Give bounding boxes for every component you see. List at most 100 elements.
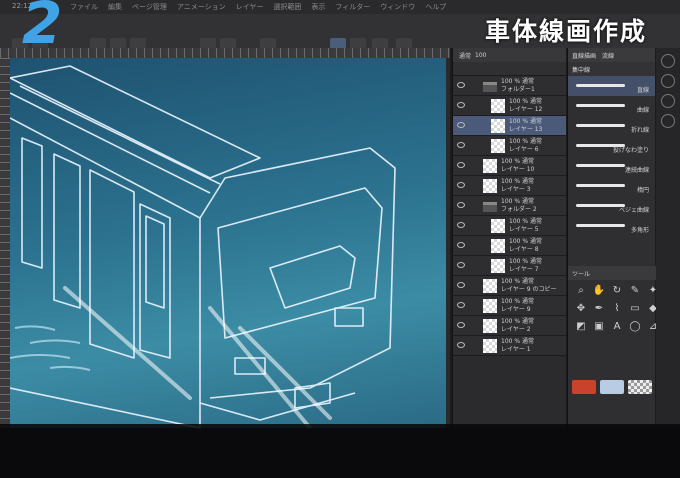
brush-preview (576, 104, 625, 107)
layer-row[interactable]: 100 % 通常 レイヤー 1 (453, 336, 566, 356)
gradient-icon[interactable]: ◩ (574, 320, 588, 334)
layer-row[interactable]: 100 % 通常 レイヤー 5 (453, 216, 566, 236)
menu-window[interactable]: ウィンドウ (380, 2, 415, 12)
brush-item[interactable]: 折れ線 (568, 116, 655, 136)
group-focus-line[interactable]: 集中線 (572, 65, 590, 74)
pen-icon[interactable]: ✒ (592, 302, 606, 316)
opacity-value[interactable]: 100 (475, 52, 486, 59)
brush-item[interactable]: 投げなわ塗り (568, 136, 655, 156)
eye-icon[interactable] (457, 142, 465, 148)
layer-row[interactable]: 100 % 通常 フォルダー 2 (453, 196, 566, 216)
layer-blend: 100 % 通常 (509, 218, 542, 225)
layer-row[interactable]: 100 % 通常 レイヤー 6 (453, 136, 566, 156)
pen-pressure-icon[interactable] (661, 54, 675, 68)
brush-item[interactable]: 楕円 (568, 176, 655, 196)
layer-thumbnail (483, 339, 497, 353)
layer-row[interactable]: 100 % 通常 レイヤー 8 (453, 236, 566, 256)
layer-row[interactable]: 100 % 通常 レイヤー 7 (453, 256, 566, 276)
sub-tool-panel: 直線描画 流線 集中線 直線 曲線 折れ線 投げなわ塗り 連続曲線 楕円 ベジェ曲線 多角形 … (567, 48, 657, 428)
eye-icon[interactable] (457, 262, 465, 268)
menu-layer[interactable]: レイヤー (236, 2, 264, 12)
layer-row[interactable]: 100 % 通常 レイヤー 12 (453, 96, 566, 116)
eye-icon[interactable] (457, 182, 465, 188)
tool-grid: ⌕ ✋ ↻ ✎ ✦ ✥ ✒ ⌇ ▭ ◆ ◩ ▣ A ◯ ⊿ (574, 284, 657, 334)
menu-animation[interactable]: アニメーション (177, 2, 226, 12)
menu-view[interactable]: 表示 (311, 2, 325, 12)
brush-item[interactable]: ベジェ曲線 (568, 196, 655, 216)
canvas-drawing[interactable] (9, 58, 446, 428)
material-icon[interactable] (661, 94, 675, 108)
layer-thumbnail (491, 139, 505, 153)
layer-row[interactable]: 100 % 通常 フォルダー1 (453, 76, 566, 96)
eye-icon[interactable] (457, 322, 465, 328)
eye-icon[interactable] (457, 342, 465, 348)
navigator-icon[interactable] (661, 74, 675, 88)
layer-name: レイヤー 5 (509, 226, 539, 233)
eye-icon[interactable] (457, 82, 465, 88)
brush-preview (576, 124, 625, 127)
layer-row[interactable]: 100 % 通常 レイヤー 9 (453, 296, 566, 316)
rotate-icon[interactable]: ↻ (610, 284, 624, 298)
main-color-swatch[interactable] (572, 380, 596, 394)
menu-filter[interactable]: フィルター (335, 2, 370, 12)
eye-icon[interactable] (457, 102, 465, 108)
balloon-icon[interactable]: ◯ (628, 320, 642, 334)
layer-row[interactable]: 100 % 通常 レイヤー 10 (453, 156, 566, 176)
layer-name: レイヤー 10 (501, 166, 535, 173)
layer-row[interactable]: 100 % 通常 レイヤー 9 のコピー (453, 276, 566, 296)
step-title: 車体線画作成 (485, 17, 648, 46)
brush-item[interactable]: 連続曲線 (568, 156, 655, 176)
eye-icon[interactable] (457, 302, 465, 308)
sub-color-swatch[interactable] (600, 380, 624, 394)
layer-thumbnail (483, 159, 497, 173)
tab-tools[interactable]: ツール (572, 269, 590, 278)
magnifier-icon[interactable]: ⌕ (574, 284, 588, 298)
layer-header: 通常 100 (453, 48, 566, 62)
layer-meta: 100 % 通常 レイヤー 5 (509, 218, 542, 234)
brush-label: 折れ線 (630, 127, 649, 134)
tab-flow-line[interactable]: 流線 (602, 51, 614, 60)
layer-blend: 100 % 通常 (509, 138, 542, 145)
tab-line-draw[interactable]: 直線描画 (572, 51, 596, 60)
menu-page[interactable]: ページ管理 (132, 2, 167, 12)
layer-row[interactable]: 100 % 通常 レイヤー 13 (453, 116, 566, 136)
layer-thumbnail (491, 259, 505, 273)
layer-thumbnail (491, 239, 505, 253)
eraser-icon[interactable]: ▭ (628, 302, 642, 316)
layer-tools-row (453, 62, 566, 76)
layer-row[interactable]: 100 % 通常 レイヤー 2 (453, 316, 566, 336)
layer-name: レイヤー 8 (509, 246, 539, 253)
brush-item[interactable]: 多角形 (568, 216, 655, 236)
eye-icon[interactable] (457, 222, 465, 228)
brush-label: ベジェ曲線 (618, 207, 649, 214)
menu-edit[interactable]: 編集 (108, 2, 122, 12)
eye-icon[interactable] (457, 242, 465, 248)
transparent-color-swatch[interactable] (628, 380, 652, 394)
move-icon[interactable]: ✥ (574, 302, 588, 316)
eyedropper-icon[interactable]: ✎ (628, 284, 642, 298)
layer-row[interactable]: 100 % 通常 レイヤー 3 (453, 176, 566, 196)
eye-icon[interactable] (457, 202, 465, 208)
brush-item[interactable]: 曲線 (568, 96, 655, 116)
menu-help[interactable]: ヘルプ (425, 2, 446, 12)
layer-name: レイヤー 7 (509, 266, 539, 273)
brush-icon[interactable]: ⌇ (610, 302, 624, 316)
menu-file[interactable]: ファイル (70, 2, 98, 12)
blend-mode-select[interactable]: 通常 (459, 51, 471, 60)
settings-icon[interactable] (661, 114, 675, 128)
eye-icon[interactable] (457, 282, 465, 288)
hand-icon[interactable]: ✋ (592, 284, 606, 298)
layer-blend: 100 % 通常 (501, 318, 534, 325)
canvas-area[interactable] (0, 48, 450, 428)
layer-meta: 100 % 通常 レイヤー 8 (509, 238, 542, 254)
frame-icon[interactable]: ▣ (592, 320, 606, 334)
layer-name: レイヤー 1 (501, 346, 531, 353)
menu-selection[interactable]: 選択範囲 (273, 2, 301, 12)
eye-icon[interactable] (457, 162, 465, 168)
tools-tab: ツール (568, 266, 656, 280)
layer-blend: 100 % 通常 (509, 98, 542, 105)
layer-blend: 100 % 通常 (501, 78, 534, 85)
eye-icon[interactable] (457, 122, 465, 128)
text-icon[interactable]: A (610, 320, 624, 334)
brush-item[interactable]: 直線 (568, 76, 655, 96)
